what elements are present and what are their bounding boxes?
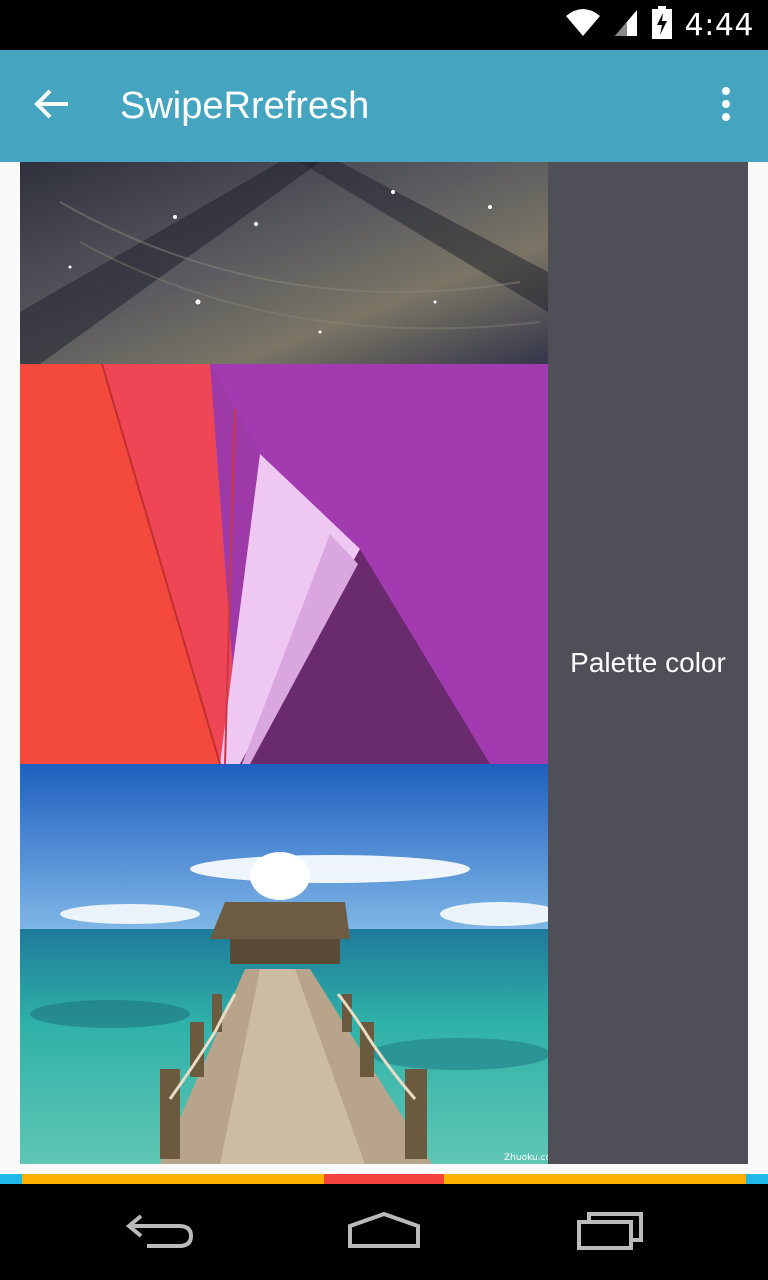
cell-signal-icon bbox=[613, 8, 639, 43]
nav-recents-button[interactable] bbox=[562, 1202, 658, 1262]
progress-segment bbox=[444, 1174, 746, 1184]
status-icons: 4:44 bbox=[565, 0, 754, 50]
refresh-progress-bar bbox=[0, 1174, 768, 1184]
screen: 4:44 SwipeRrefresh Zhuoku.c Palette colo… bbox=[0, 0, 768, 1280]
home-nav-icon bbox=[346, 1210, 422, 1255]
more-vert-icon bbox=[721, 86, 731, 127]
list-item[interactable]: Zhuoku.com Palette color bbox=[20, 162, 748, 1164]
nav-back-button[interactable] bbox=[112, 1202, 208, 1262]
progress-segment bbox=[746, 1174, 768, 1184]
app-bar: SwipeRrefresh bbox=[0, 50, 768, 162]
arrow-back-icon bbox=[34, 88, 70, 125]
back-button[interactable] bbox=[24, 78, 80, 134]
navigation-bar bbox=[0, 1184, 768, 1280]
palette-color-label: Palette color bbox=[570, 647, 726, 678]
status-bar: 4:44 bbox=[0, 0, 768, 50]
wifi-icon bbox=[565, 8, 601, 43]
progress-segment bbox=[324, 1174, 444, 1184]
back-nav-icon bbox=[125, 1210, 195, 1255]
progress-segment bbox=[0, 1174, 22, 1184]
status-time: 4:44 bbox=[684, 7, 754, 43]
app-title: SwipeRrefresh bbox=[120, 85, 370, 127]
overflow-menu-button[interactable] bbox=[706, 82, 746, 130]
beach-pier-image: Zhuoku.com bbox=[20, 764, 548, 1164]
image-column: Zhuoku.com bbox=[20, 162, 548, 1164]
palette-color-panel: Palette color bbox=[548, 162, 748, 1164]
image-watermark: Zhuoku.com bbox=[504, 1153, 548, 1163]
swipe-refresh-content[interactable]: Zhuoku.com Palette color bbox=[0, 162, 768, 1174]
progress-segment bbox=[22, 1174, 324, 1184]
material-abstract-image bbox=[20, 364, 548, 764]
recents-nav-icon bbox=[575, 1210, 645, 1255]
battery-charging-icon bbox=[651, 5, 673, 45]
nav-home-button[interactable] bbox=[336, 1202, 432, 1262]
wood-planks-image bbox=[20, 162, 548, 364]
